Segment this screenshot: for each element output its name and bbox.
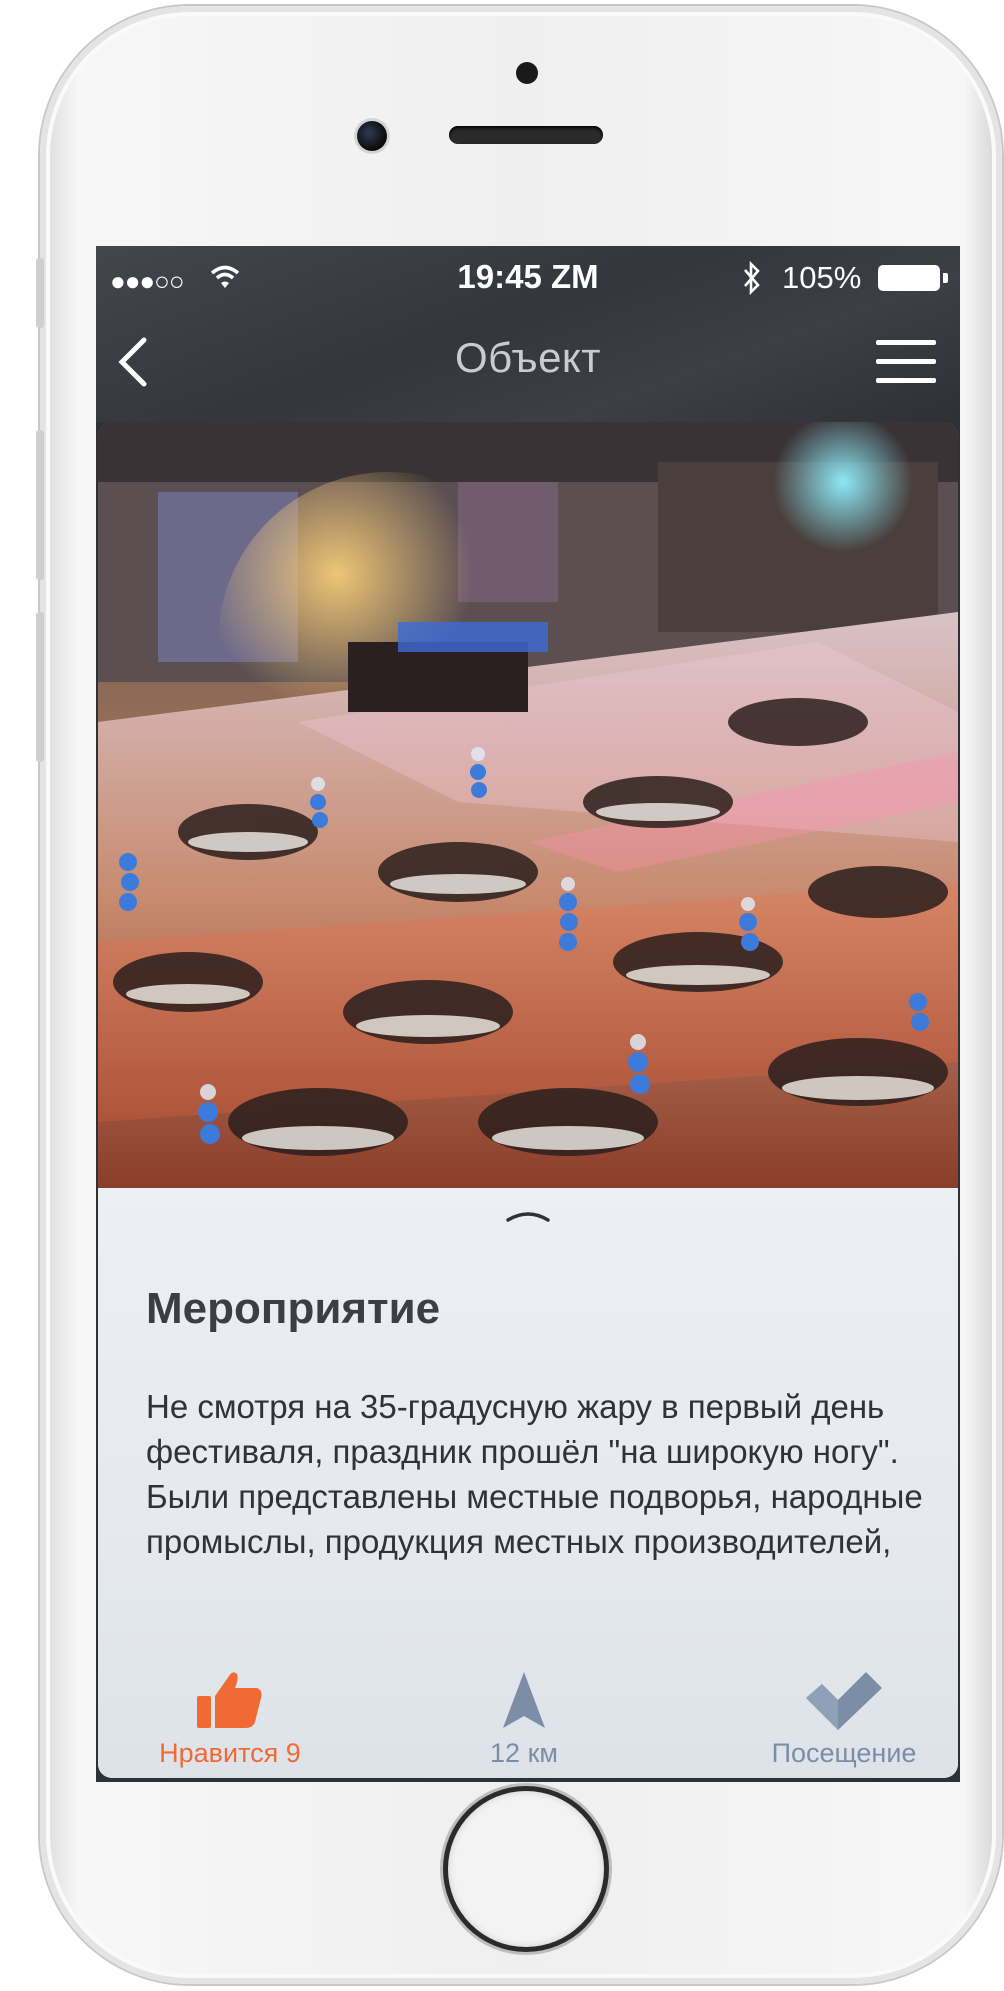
volume-up-button — [36, 430, 44, 580]
hamburger-menu-icon — [876, 340, 936, 345]
navigation-arrow-icon — [503, 1672, 545, 1728]
event-description: Не смотря на 35-градусную жару в первый … — [146, 1388, 923, 1560]
proximity-sensor — [516, 62, 538, 84]
event-photo[interactable] — [98, 422, 958, 1188]
battery-percent: 105% — [782, 260, 862, 295]
like-button[interactable]: Нравится 9 — [140, 1670, 320, 1774]
volume-down-button — [36, 612, 44, 762]
front-camera — [357, 121, 387, 151]
menu-button[interactable] — [876, 340, 936, 386]
mute-switch — [36, 258, 44, 328]
battery-icon — [878, 265, 948, 291]
like-count-label: Нравится 9 — [159, 1738, 301, 1768]
distance-button[interactable]: 12 км — [444, 1670, 604, 1774]
event-card: Мероприятие Не смотря на 35-градусную жа… — [98, 422, 958, 1778]
thumbs-up-icon — [197, 1672, 262, 1728]
action-bar: Нравится 9 12 км Посещение — [98, 1670, 958, 1774]
visit-label: Посещение — [771, 1738, 917, 1768]
expand-handle-icon[interactable] — [505, 1206, 551, 1226]
status-bar: ●●●○○ 19:45 ZM 105% — [96, 246, 960, 312]
bluetooth-icon — [744, 261, 760, 295]
home-button[interactable] — [448, 1791, 604, 1947]
visit-button[interactable]: Посещение — [754, 1670, 934, 1774]
banquet-hall-image — [98, 422, 958, 1188]
checkmark-icon — [806, 1672, 882, 1730]
screen: ●●●○○ 19:45 ZM 105% Объект Мероприятие Н… — [96, 246, 960, 1782]
page-title: Объект — [454, 334, 602, 381]
earpiece-speaker — [449, 126, 603, 144]
distance-label: 12 км — [490, 1738, 558, 1768]
event-info-panel: Мероприятие Не смотря на 35-градусную жа… — [98, 1188, 958, 1778]
event-heading: Мероприятие — [146, 1284, 441, 1333]
top-bar: ●●●○○ 19:45 ZM 105% Объект — [96, 246, 960, 422]
